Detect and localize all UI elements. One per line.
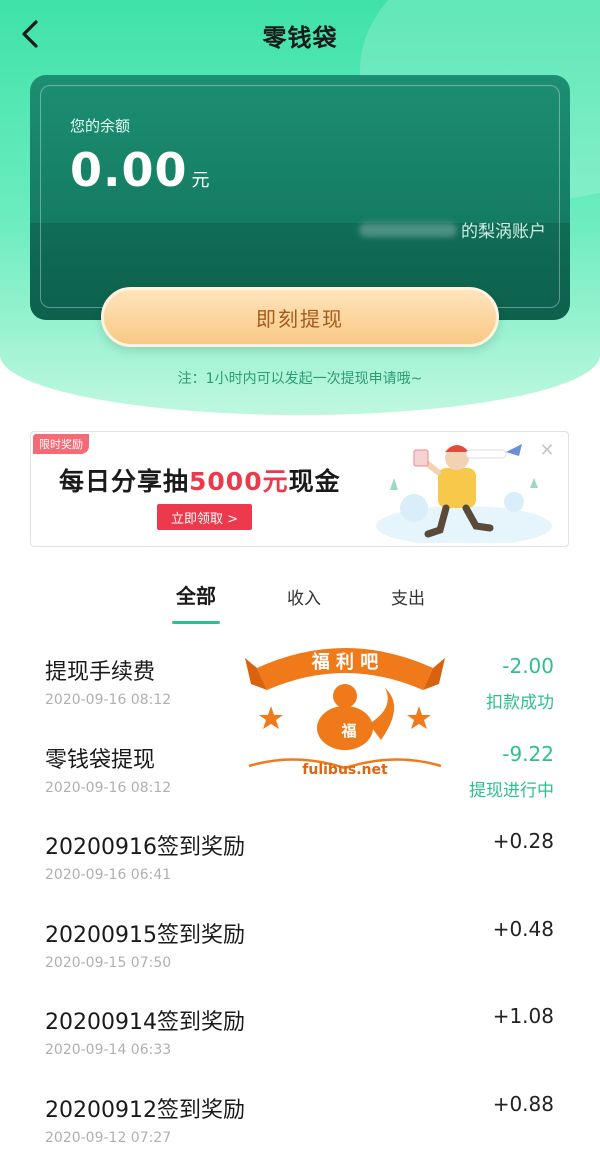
tab-expense-label: 支出 <box>391 589 425 609</box>
transaction-status: 扣款成功 <box>486 693 554 713</box>
transaction-title: 零钱袋提现 <box>45 747 156 773</box>
transaction-amount: +0.48 <box>492 916 554 941</box>
tab-income[interactable]: 收入 <box>284 584 324 628</box>
transaction-row[interactable]: 20200916签到奖励 2020-09-16 06:41 +0.28 <box>0 815 600 903</box>
watermark-top-text: 福 利 吧 <box>311 651 379 673</box>
promo-headline-post: 现金 <box>288 467 341 496</box>
account-line: 的梨涡账户 <box>359 217 546 242</box>
claim-button[interactable]: 立即领取 > <box>157 504 252 530</box>
transaction-amount: +0.88 <box>492 1091 554 1116</box>
promo-illustration <box>376 444 552 543</box>
transaction-title: 20200916签到奖励 <box>45 835 245 860</box>
watermark-center-char: 福 <box>340 722 356 740</box>
balance-value: 0.00 <box>70 143 188 197</box>
transaction-amount: -9.22 <box>502 741 554 766</box>
transaction-date: 2020-09-16 06:41 <box>45 867 172 883</box>
tab-bar: 全部 收入 支出 <box>0 580 600 624</box>
withdraw-note: 注：1小时内可以发起一次提现申请哦~ <box>177 371 423 387</box>
promo-headline-highlight: 5000元 <box>189 467 289 496</box>
transaction-amount: -2.00 <box>502 654 554 678</box>
blurred-account-name <box>359 222 457 237</box>
transaction-date: 2020-09-16 08:12 <box>45 779 172 796</box>
promo-banner[interactable]: 限时奖励 ✕ 每日分享抽5000元现金 立即领取 > <box>30 431 569 547</box>
balance-label: 您的余额 <box>70 117 131 135</box>
promo-headline: 每日分享抽5000元现金 <box>59 462 341 498</box>
tab-active-indicator <box>172 621 220 624</box>
balance-unit: 元 <box>191 170 210 191</box>
page-title: 零钱袋 <box>262 24 338 52</box>
transaction-title: 20200912签到奖励 <box>45 1097 245 1123</box>
balance-amount: 0.00 元 <box>70 143 210 197</box>
transaction-row[interactable]: 20200915签到奖励 2020-09-15 07:50 +0.48 <box>0 903 600 991</box>
nav-bar: 零钱袋 <box>0 0 600 68</box>
tab-expense[interactable]: 支出 <box>388 584 428 628</box>
transaction-amount: +0.28 <box>492 829 554 853</box>
transaction-date: 2020-09-16 08:12 <box>45 692 172 708</box>
withdraw-button[interactable]: 即刻提现 <box>101 287 499 347</box>
watermark-site: fulibus.net <box>302 762 388 778</box>
tab-income-label: 收入 <box>287 589 321 609</box>
transaction-status: 提现进行中 <box>469 780 554 801</box>
transaction-date: 2020-09-15 07:50 <box>45 954 172 971</box>
account-suffix: 的梨涡账户 <box>461 222 546 242</box>
balance-card: 您的余额 0.00 元 的梨涡账户 <box>30 75 570 320</box>
tab-all[interactable]: 全部 <box>172 580 220 624</box>
transaction-row[interactable]: 20200914签到奖励 2020-09-14 06:33 +1.08 <box>0 990 600 1078</box>
transaction-row[interactable]: 20200912签到奖励 2020-09-12 07:27 +0.88 <box>0 1078 600 1163</box>
watermark-logo: 福 利 吧 福 fulibus.net <box>245 648 445 778</box>
transaction-title: 提现手续费 <box>45 660 156 685</box>
transaction-amount: +1.08 <box>492 1004 554 1028</box>
transaction-date: 2020-09-12 07:27 <box>45 1129 172 1146</box>
transaction-title: 20200914签到奖励 <box>45 1010 245 1035</box>
transaction-date: 2020-09-14 06:33 <box>45 1042 172 1058</box>
tab-all-label: 全部 <box>176 584 216 608</box>
transaction-title: 20200915签到奖励 <box>45 922 245 948</box>
promo-tag: 限时奖励 <box>33 434 89 454</box>
promo-headline-pre: 每日分享抽 <box>59 467 190 496</box>
